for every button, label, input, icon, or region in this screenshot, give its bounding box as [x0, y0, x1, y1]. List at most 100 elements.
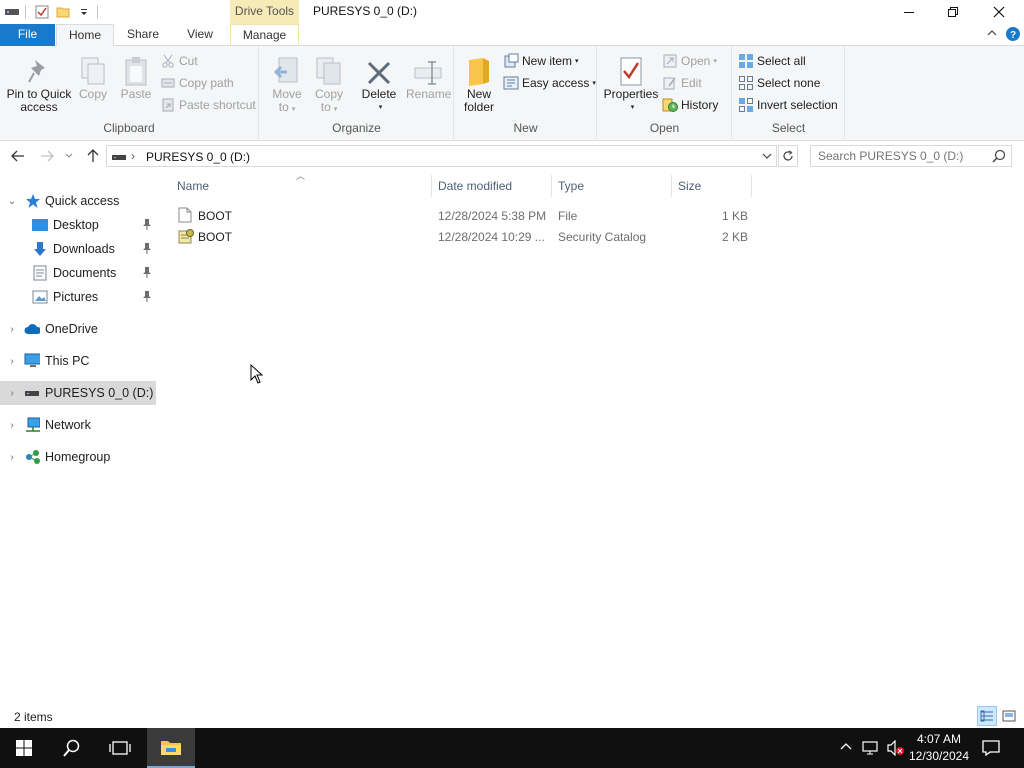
copy-to-button[interactable]: Copy to ▾: [310, 52, 348, 116]
collapse-chevron-icon[interactable]: ⌄: [6, 196, 18, 207]
rename-label: Rename: [406, 87, 452, 101]
search-box[interactable]: [810, 145, 1012, 167]
expand-chevron-icon[interactable]: ›: [6, 420, 18, 431]
select-all-button[interactable]: Select all: [738, 51, 806, 71]
status-item-count: 2 items: [14, 710, 53, 724]
back-button[interactable]: [9, 147, 27, 165]
easy-access-button[interactable]: Easy access ▾: [503, 73, 596, 93]
tab-home[interactable]: Home: [56, 24, 114, 47]
nav-label-desktop: Desktop: [53, 218, 99, 232]
collapse-ribbon-icon[interactable]: [986, 27, 998, 42]
edit-icon: [662, 75, 678, 91]
expand-chevron-icon[interactable]: ›: [6, 324, 18, 335]
delete-button[interactable]: Delete ▾: [358, 52, 400, 114]
invert-selection-button[interactable]: Invert selection: [738, 95, 838, 115]
file-date: 12/28/2024 10:29 ...: [438, 230, 545, 244]
large-icons-view-button[interactable]: [999, 706, 1019, 726]
minimize-button[interactable]: [886, 0, 932, 24]
nav-item-puresys-drive[interactable]: › PURESYS 0_0 (D:): [0, 381, 156, 405]
address-dropdown-icon[interactable]: [762, 150, 772, 164]
chevron-up-icon: [840, 743, 852, 750]
new-item-button[interactable]: New item ▾: [503, 51, 579, 71]
pin-icon[interactable]: [142, 242, 152, 257]
properties-button[interactable]: Properties ▾: [602, 52, 660, 114]
paste-shortcut-button[interactable]: Paste shortcut: [160, 95, 256, 115]
tab-view[interactable]: View: [177, 24, 223, 46]
copy-path-button[interactable]: Copy path: [160, 73, 234, 93]
column-header-date-modified[interactable]: Date modified: [432, 175, 552, 197]
tab-manage[interactable]: Manage: [230, 24, 299, 46]
nav-item-homegroup[interactable]: › Homegroup: [0, 445, 156, 469]
expand-chevron-icon[interactable]: ›: [6, 452, 18, 463]
nav-item-documents[interactable]: Documents: [0, 261, 156, 285]
close-icon: [993, 6, 1005, 18]
pin-to-quick-access-button[interactable]: Pin to Quick access: [4, 52, 74, 114]
search-input[interactable]: [811, 146, 981, 166]
nav-label-network: Network: [45, 418, 91, 432]
copy-to-line2: to: [320, 100, 331, 114]
nav-item-pictures[interactable]: Pictures: [0, 285, 156, 309]
rename-button[interactable]: Rename: [406, 52, 452, 101]
edit-button[interactable]: Edit: [662, 73, 702, 93]
forward-button[interactable]: [38, 147, 56, 165]
expand-chevron-icon[interactable]: ›: [6, 356, 18, 367]
pin-icon[interactable]: [142, 266, 152, 281]
column-header-name[interactable]: Name: [171, 175, 432, 197]
select-none-button[interactable]: Select none: [738, 73, 820, 93]
search-icon[interactable]: [992, 149, 1006, 166]
address-bar[interactable]: › PURESYS 0_0 (D:): [106, 145, 777, 167]
copy-path-label: Copy path: [179, 76, 234, 90]
paste-button[interactable]: Paste: [118, 52, 154, 101]
details-view-button[interactable]: [977, 706, 997, 726]
select-group-label: Select: [771, 121, 806, 135]
properties-qat-icon[interactable]: [33, 3, 51, 21]
nav-item-onedrive[interactable]: › OneDrive: [0, 317, 156, 341]
refresh-button[interactable]: [778, 145, 798, 167]
nav-item-this-pc[interactable]: › This PC: [0, 349, 156, 373]
task-view-button[interactable]: [96, 728, 144, 768]
breadcrumb-path[interactable]: PURESYS 0_0 (D:): [146, 150, 250, 164]
nav-item-network[interactable]: › Network: [0, 413, 156, 437]
open-button[interactable]: Open ▾: [662, 51, 717, 71]
easy-access-label: Easy access: [522, 76, 590, 90]
action-center-button[interactable]: [968, 728, 1014, 768]
show-hidden-icons-button[interactable]: [840, 740, 852, 755]
nav-item-desktop[interactable]: Desktop: [0, 213, 156, 237]
copy-button[interactable]: Copy: [76, 52, 110, 101]
file-explorer-icon: [161, 741, 181, 755]
properties-label: Properties: [603, 87, 659, 101]
pin-icon[interactable]: [142, 218, 152, 233]
pin-icon[interactable]: [142, 290, 152, 305]
file-row[interactable]: BOOT 12/28/2024 5:38 PM File 1 KB: [174, 205, 750, 226]
up-button[interactable]: [84, 147, 102, 165]
nav-item-quick-access[interactable]: ⌄ Quick access: [0, 189, 156, 213]
column-header-size[interactable]: Size: [672, 175, 752, 197]
search-button[interactable]: [48, 728, 96, 768]
nav-item-downloads[interactable]: Downloads: [0, 237, 156, 261]
toolbar-divider: [25, 5, 26, 19]
customize-qat-icon[interactable]: [75, 3, 93, 21]
history-button[interactable]: History: [662, 95, 718, 115]
new-folder-qat-icon[interactable]: [54, 3, 72, 21]
help-icon[interactable]: ?: [1005, 26, 1021, 45]
recent-locations-button[interactable]: [63, 147, 75, 165]
volume-muted-icon[interactable]: [886, 739, 906, 759]
file-explorer-taskbar-button[interactable]: [147, 728, 195, 768]
network-tray-icon[interactable]: [862, 740, 880, 759]
expand-chevron-icon[interactable]: ›: [6, 388, 18, 399]
move-to-icon: [268, 52, 306, 86]
dropdown-arrow-icon: ▾: [378, 104, 383, 111]
file-row[interactable]: BOOT 12/28/2024 10:29 ... Security Catal…: [174, 226, 750, 247]
paste-icon: [118, 52, 154, 86]
move-to-button[interactable]: Move to ▾: [268, 52, 306, 116]
tab-share[interactable]: Share: [118, 24, 168, 46]
start-button[interactable]: [0, 728, 48, 768]
close-button[interactable]: [976, 0, 1022, 24]
column-header-type[interactable]: Type: [552, 175, 672, 197]
tab-file[interactable]: File: [0, 24, 55, 46]
file-name: BOOT: [198, 230, 233, 244]
cut-button[interactable]: Cut: [160, 51, 198, 71]
taskbar-clock[interactable]: 4:07 AM 12/30/2024: [904, 731, 974, 765]
restore-button[interactable]: [930, 0, 976, 24]
new-folder-button[interactable]: New folder: [460, 52, 498, 114]
